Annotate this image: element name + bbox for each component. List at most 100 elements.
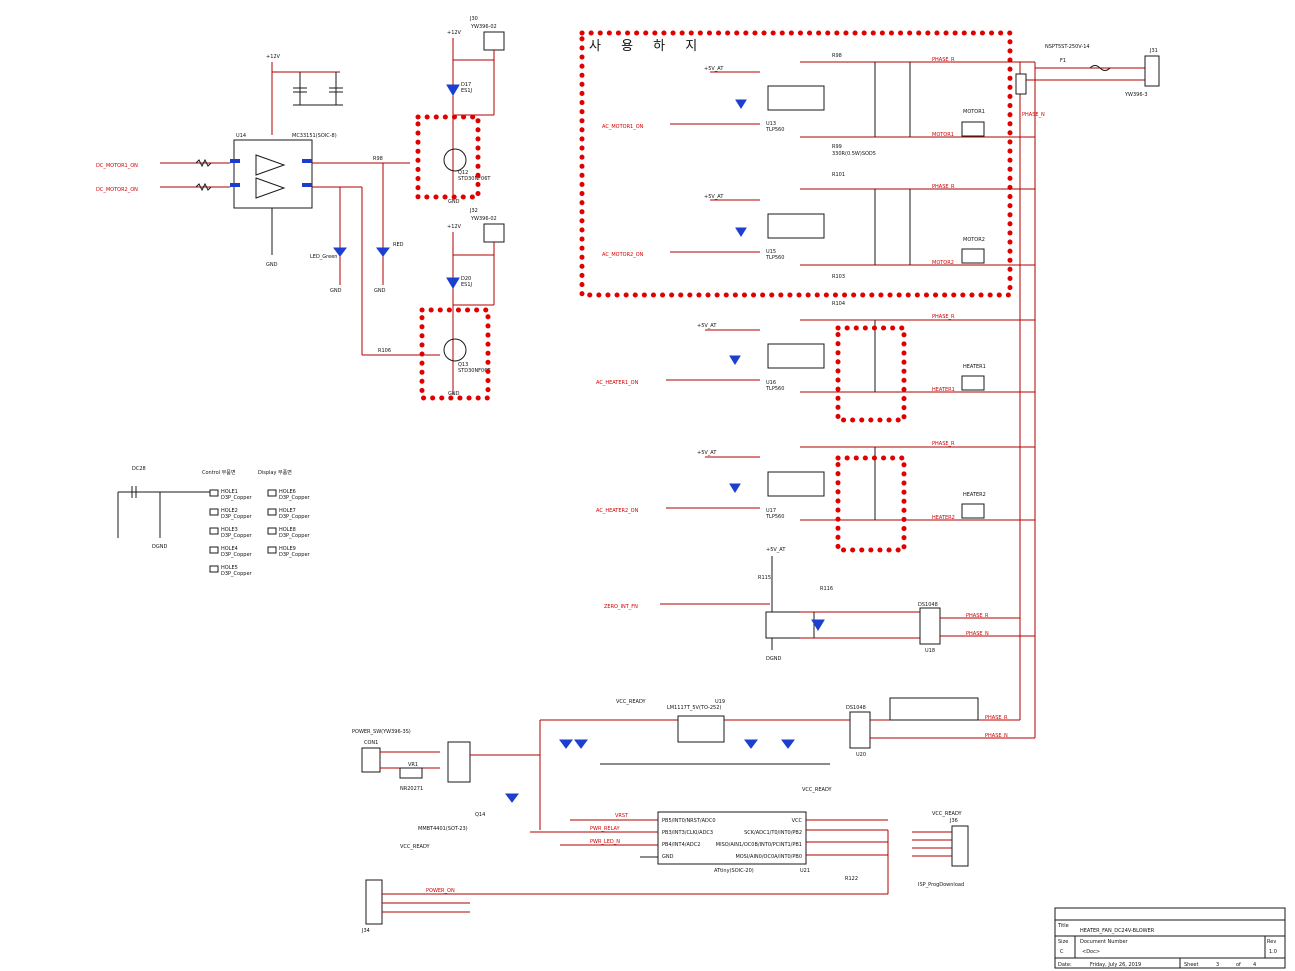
mcu-pin-left: PB5/INT0/NRST/ADC0	[662, 818, 716, 824]
tb-size-label: Size	[1058, 939, 1068, 945]
mcu-pin-right: MOSI/AIN0/OC0A/INT0/PB0	[735, 854, 802, 860]
u20-label: U20	[856, 752, 866, 758]
p5v-h2: +5V_AT	[697, 450, 717, 456]
vcc-ready-sw: VCC_READY	[400, 844, 431, 850]
net-motor1: MOTOR1	[932, 132, 954, 138]
fuse-part: NSPT5ST-250V-14	[1045, 44, 1090, 50]
r-mcu-label: R122	[845, 876, 858, 882]
r103-label: R103	[832, 274, 845, 280]
net-phase-r-3: PHASE_R	[932, 314, 955, 320]
u17-optocoupler	[767, 471, 825, 497]
tb-rev-label: Rev	[1267, 939, 1276, 945]
net-pwr-relay: PWR_RELAY	[590, 826, 620, 832]
j31-connector	[1144, 55, 1160, 87]
mounting-hole-part: D3P_Copper	[221, 552, 253, 558]
gnd-led2: GND	[374, 288, 386, 294]
isp-label: ISP_ProgDownload	[918, 882, 964, 888]
j32-label: J32	[469, 208, 478, 214]
mounting-hole-pad	[267, 546, 277, 554]
u20-part: DS1048	[846, 705, 866, 711]
mounting-hole-part: D3P_Copper	[221, 495, 253, 501]
u16-optocoupler	[767, 343, 825, 369]
tb-rev: 1.0	[1269, 949, 1277, 955]
tb-of-label: of	[1236, 962, 1241, 968]
tb-date-label: Date:	[1058, 962, 1072, 968]
net-heater2: HEATER2	[932, 515, 955, 521]
vr1-varistor	[399, 767, 423, 779]
tb-title-label: Title	[1057, 923, 1069, 929]
net-phase-r-4: PHASE_R	[932, 441, 955, 447]
mcu-pin-left: PB3/INT3/CLKI/ADC3	[662, 830, 713, 836]
r98-label: R98	[373, 156, 383, 162]
tb-of: 4	[1253, 962, 1256, 968]
u18-part: DS1048	[918, 602, 938, 608]
r99-val: 330R(0.5W)SOD5	[832, 151, 876, 157]
r114-label: R116	[820, 586, 833, 592]
net-phase-r-2: PHASE_R	[932, 184, 955, 190]
mounting-hole-pad	[209, 527, 219, 535]
tb-sheet-label: Sheet	[1184, 962, 1198, 968]
j36-connector	[951, 825, 969, 867]
d20-part: ES1J	[461, 282, 472, 288]
net-ac-heater1: AC_HEATER1_ON	[596, 380, 639, 386]
gnd-led1: GND	[330, 288, 342, 294]
j32-connector	[483, 223, 505, 243]
con1-connector	[361, 747, 381, 773]
tb-doc-label: Document Number	[1080, 939, 1129, 945]
con1-label: CON1	[364, 740, 378, 746]
mounting-hole-pad	[209, 489, 219, 497]
net-dc-motor1-in: DC_MOTOR1_ON	[96, 163, 138, 169]
net-vrst: VRST	[615, 813, 629, 819]
net-motor2: MOTOR2	[932, 260, 954, 266]
vcc-ready-top: VCC_READY	[616, 699, 647, 705]
u15-optocoupler	[767, 213, 825, 239]
gnd-q13: GND	[448, 391, 460, 397]
p12v-q12: +12V	[447, 30, 462, 36]
p5v-h1: +5V_AT	[697, 323, 717, 329]
tb-date: Friday, July 26, 2019	[1090, 962, 1141, 968]
r106-label: R106	[378, 348, 391, 354]
gnd-u14: GND	[266, 262, 278, 268]
motor2-connector	[961, 248, 985, 264]
net-phase-r-zc: PHASE_R	[966, 613, 989, 619]
net-phase-r-ps: PHASE_R	[985, 715, 1008, 721]
vcc-ready-mcu: VCC_READY	[802, 787, 833, 793]
j34-label: J34	[361, 928, 370, 934]
net-phase-n-top: PHASE_N	[1022, 112, 1045, 118]
u14-label: U14	[236, 133, 246, 139]
net-ac-motor1: AC_MOTOR1_ON	[602, 124, 644, 130]
heater2-label: HEATER2	[963, 492, 986, 498]
net-pwr-led: PWR_LED_N	[590, 839, 620, 845]
u13-part: TLP560	[765, 127, 784, 133]
net-power-on: POWER_ON	[426, 888, 455, 894]
u18-label: U18	[925, 648, 935, 654]
u14-part: MC33151(SOIC-8)	[292, 133, 337, 139]
mcu-pin-left: GND	[662, 854, 674, 860]
u15-part: TLP560	[765, 255, 784, 261]
dgnd-holes: DGND	[152, 544, 167, 550]
heater2-connector	[961, 503, 985, 519]
r113-label: R115	[758, 575, 771, 581]
unused-box-q12	[415, 114, 481, 200]
schematic-sheet: +12V U14 MC33151(SOIC-8) GND DC_MOTOR1_O…	[96, 16, 1286, 969]
heater1-label: HEATER1	[963, 364, 986, 370]
mounting-hole-pad	[209, 546, 219, 554]
vcc-ready-isp: VCC_READY	[932, 811, 963, 817]
tb-title: HEATER_FAN_DC24V-BLOWER	[1080, 928, 1155, 934]
unused-region-label: 사 용 하 지	[589, 39, 705, 54]
varistor	[1015, 73, 1027, 95]
holes-header-display: Display 부품면	[258, 469, 292, 476]
tb-sheet: 3	[1216, 962, 1219, 968]
mcu-pin-right: SCK/ADC1/T0/INT0/PB2	[744, 830, 802, 836]
dc-cap-label: DC28	[132, 466, 146, 472]
tb-doc: <Doc>	[1082, 949, 1100, 955]
motor1-connector	[961, 121, 985, 137]
zero-cross-opto	[765, 611, 815, 639]
j30-label: J30	[469, 16, 478, 22]
r104-label: R104	[832, 301, 845, 307]
ac-motor-channels: AC_MOTOR1_ON +5V_AT U13 TLP560 MOTOR1 PH…	[602, 53, 1035, 280]
u17-part: TLP560	[765, 514, 784, 520]
motor2-label: MOTOR2	[963, 237, 985, 243]
power-sw-label: POWER_SW(YW396-3S)	[352, 729, 411, 735]
ldo-regulator	[677, 715, 725, 743]
